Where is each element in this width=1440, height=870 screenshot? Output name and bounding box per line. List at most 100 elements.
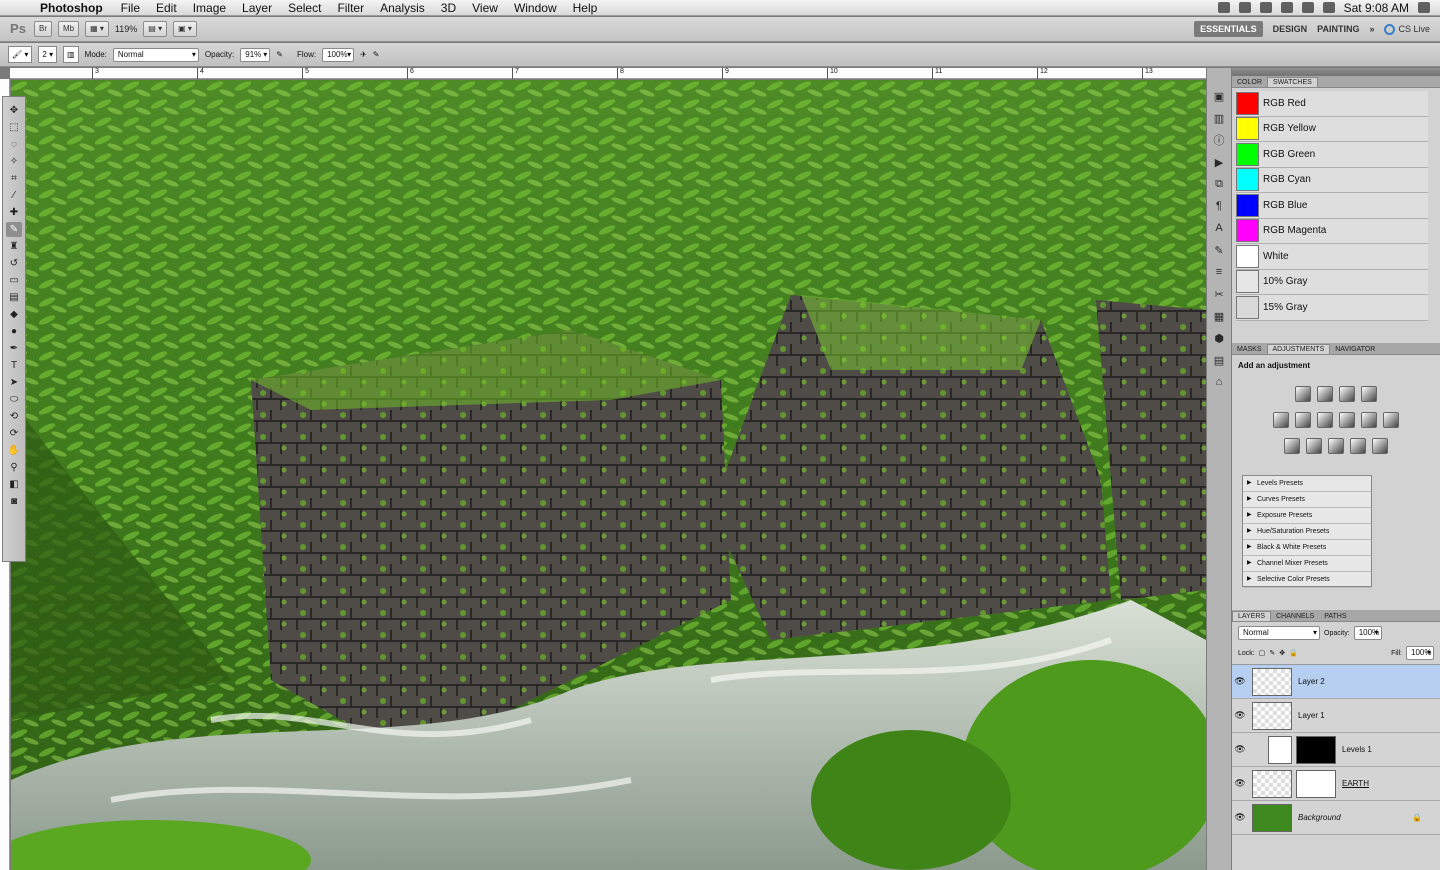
brush-panel-icon[interactable]: ✎ (1211, 242, 1227, 258)
brush-size-picker[interactable]: 2 ▾ (38, 46, 58, 63)
spotlight-icon[interactable] (1418, 2, 1430, 13)
mode-select[interactable]: Normal (112, 47, 199, 62)
menu-3d[interactable]: 3D (441, 1, 456, 15)
exposure-icon[interactable] (1361, 386, 1377, 402)
shape-tool-icon[interactable]: ⬭ (6, 392, 22, 407)
visibility-eye-icon[interactable]: 👁 (1232, 812, 1248, 823)
move-tool-icon[interactable]: ✥ (6, 103, 22, 118)
tool-presets-panel-icon[interactable]: ⧉ (1211, 176, 1227, 192)
levels-icon[interactable] (1317, 386, 1333, 402)
swatch-row[interactable]: RGB Blue (1236, 193, 1428, 219)
3d-orbit-tool-icon[interactable]: ⟳ (6, 426, 22, 441)
preset-black-white[interactable]: Black & White Presets (1243, 540, 1371, 556)
notes-panel-icon[interactable]: ▤ (1211, 352, 1227, 368)
quick-mask-icon[interactable]: ◙ (6, 494, 22, 509)
eyedropper-tool-icon[interactable]: ⁄ (6, 188, 22, 203)
character-panel-icon[interactable]: A (1211, 220, 1227, 236)
flow-field[interactable]: 100% (322, 47, 355, 62)
menu-layer[interactable]: Layer (242, 1, 272, 15)
zoom-tool-icon[interactable]: ⚲ (6, 460, 22, 475)
visibility-eye-icon[interactable]: 👁 (1232, 778, 1248, 789)
lock-transparency-icon[interactable]: ▢ (1259, 649, 1266, 657)
menu-filter[interactable]: Filter (337, 1, 364, 15)
lock-position-icon[interactable]: ✥ (1279, 649, 1285, 657)
crop-tool-icon[interactable]: ⌗ (6, 171, 22, 186)
menu-app-name[interactable]: Photoshop (40, 1, 103, 15)
layer-row[interactable]: 👁 Layer 1 (1232, 699, 1440, 733)
3d-panel-icon[interactable]: ⬢ (1211, 330, 1227, 346)
menu-file[interactable]: File (121, 1, 140, 15)
swatch-row[interactable]: RGB Yellow (1236, 116, 1428, 142)
tab-navigator[interactable]: NAVIGATOR (1330, 345, 1380, 354)
swatch-row[interactable]: RGB Green (1236, 142, 1428, 168)
visibility-eye-icon[interactable]: 👁 (1232, 744, 1248, 755)
tab-adjustments[interactable]: ADJUSTMENTS (1266, 344, 1331, 354)
black-white-icon[interactable] (1339, 412, 1355, 428)
vibrance-icon[interactable] (1273, 412, 1289, 428)
blur-tool-icon[interactable]: ◆ (6, 307, 22, 322)
menu-window[interactable]: Window (514, 1, 557, 15)
layer-row[interactable]: 👁 Layer 2 (1232, 665, 1440, 699)
lasso-tool-icon[interactable]: ◌ (6, 137, 22, 152)
tool-preset-picker[interactable]: 🖌 ▾ (8, 46, 33, 63)
hue-saturation-icon[interactable] (1295, 412, 1311, 428)
path-selection-tool-icon[interactable]: ➤ (6, 375, 22, 390)
preset-exposure[interactable]: Exposure Presets (1243, 508, 1371, 524)
swatch-row[interactable]: RGB Magenta (1236, 218, 1428, 244)
horizontal-ruler[interactable]: 3 4 5 6 7 8 9 10 11 12 13 (10, 68, 1206, 79)
workspace-essentials[interactable]: ESSENTIALS (1194, 21, 1263, 37)
preset-curves[interactable]: Curves Presets (1243, 492, 1371, 508)
info-panel-icon[interactable]: ⓘ (1211, 132, 1227, 148)
history-brush-tool-icon[interactable]: ↺ (6, 256, 22, 271)
preset-channel-mixer[interactable]: Channel Mixer Presets (1243, 556, 1371, 572)
battery-icon[interactable] (1322, 2, 1335, 13)
tab-channels[interactable]: CHANNELS (1271, 612, 1319, 621)
actions-panel-icon[interactable]: ▶ (1211, 154, 1227, 170)
menu-view[interactable]: View (472, 1, 498, 15)
preset-selective-color[interactable]: Selective Color Presets (1243, 572, 1371, 588)
selective-color-icon[interactable] (1372, 438, 1388, 454)
arrange-documents-button[interactable]: ▤ ▾ (143, 21, 168, 37)
lock-all-icon[interactable]: 🔒 (1289, 649, 1298, 657)
preset-levels[interactable]: Levels Presets (1243, 476, 1371, 492)
tab-layers[interactable]: LAYERS (1232, 611, 1272, 621)
foreground-background-colors[interactable]: ◧ (6, 477, 22, 492)
measurement-panel-icon[interactable]: ⌂ (1211, 374, 1227, 390)
marquee-tool-icon[interactable]: ⬚ (6, 120, 22, 135)
layer-opacity-field[interactable]: 100% (1353, 626, 1382, 640)
menu-select[interactable]: Select (288, 1, 321, 15)
opacity-field[interactable]: 91% (240, 47, 271, 62)
camera-icon[interactable] (1217, 2, 1230, 13)
animation-panel-icon[interactable]: ▦ (1211, 308, 1227, 324)
brush-presets-panel-icon[interactable]: ≡ (1211, 264, 1227, 280)
view-extras-button[interactable]: ▦ ▾ (85, 21, 109, 37)
tab-paths[interactable]: PATHS (1319, 612, 1351, 621)
swatch-row[interactable]: 10% Gray (1236, 269, 1428, 295)
tab-masks[interactable]: MASKS (1232, 345, 1267, 354)
hand-tool-icon[interactable]: ✋ (6, 443, 22, 458)
invert-icon[interactable] (1284, 438, 1300, 454)
healing-brush-tool-icon[interactable]: ✚ (6, 205, 22, 220)
eraser-tool-icon[interactable]: ▭ (6, 273, 22, 288)
cs-live-button[interactable]: CS Live (1384, 23, 1430, 35)
preset-hue-saturation[interactable]: Hue/Saturation Presets (1243, 524, 1371, 540)
gradient-map-icon[interactable] (1350, 438, 1366, 454)
pen-tool-icon[interactable]: ✒ (6, 341, 22, 356)
brush-panel-toggle-icon[interactable]: ▥ (63, 46, 79, 63)
dodge-tool-icon[interactable]: ● (6, 324, 22, 339)
tab-color[interactable]: COLOR (1232, 78, 1267, 87)
menu-analysis[interactable]: Analysis (380, 1, 425, 15)
posterize-icon[interactable] (1306, 438, 1322, 454)
paragraph-panel-icon[interactable]: ¶ (1211, 198, 1227, 214)
threshold-icon[interactable] (1328, 438, 1344, 454)
tab-swatches[interactable]: SWATCHES (1266, 77, 1318, 87)
menubar-clock[interactable]: Sat 9:08 AM (1344, 1, 1409, 15)
menu-edit[interactable]: Edit (156, 1, 177, 15)
fill-field[interactable]: 100% (1406, 646, 1434, 660)
swatch-row[interactable]: White (1236, 244, 1428, 270)
curves-icon[interactable] (1339, 386, 1355, 402)
quick-select-tool-icon[interactable]: ✧ (6, 154, 22, 169)
pressure-opacity-icon[interactable]: ✎ (276, 50, 283, 59)
histogram-panel-icon[interactable]: ▥ (1211, 110, 1227, 126)
wifi-icon[interactable] (1280, 2, 1293, 13)
